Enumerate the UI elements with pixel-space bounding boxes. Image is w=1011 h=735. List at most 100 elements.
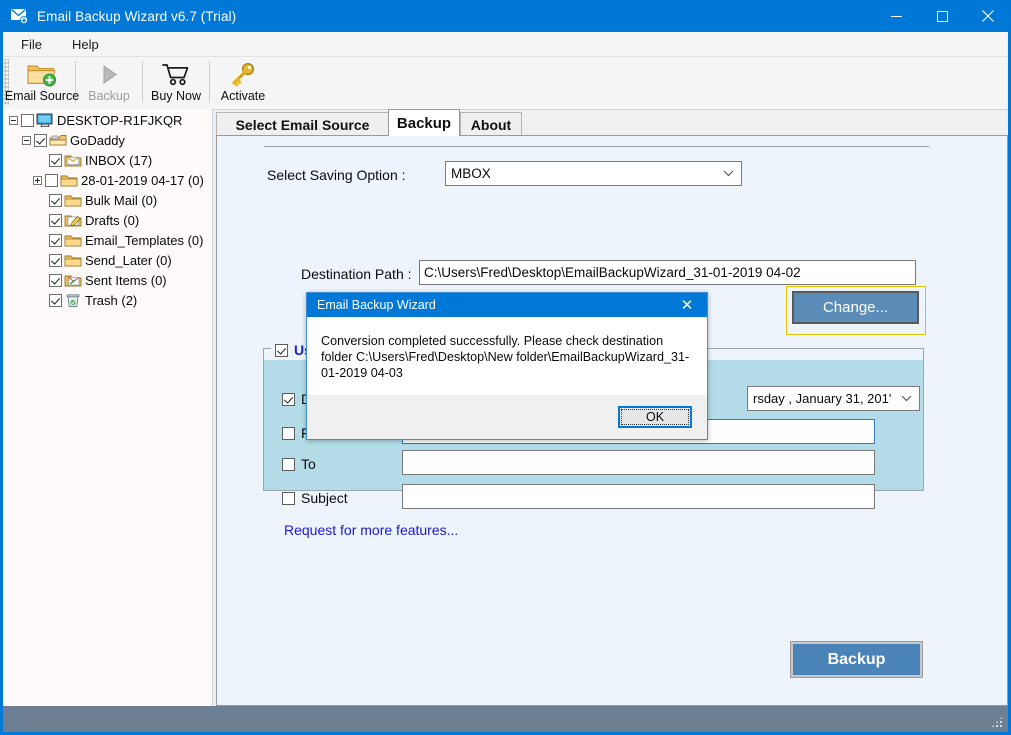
filter-date-checkbox[interactable] bbox=[282, 392, 295, 406]
destination-path-value: C:\Users\Fred\Desktop\EmailBackupWizard_… bbox=[424, 265, 801, 280]
toolbar-button-activate[interactable]: Activate bbox=[210, 57, 276, 107]
tree-node-desktop[interactable]: DESKTOP-R1FJKQR bbox=[3, 110, 212, 130]
tree-checkbox[interactable] bbox=[49, 253, 62, 267]
dialog-ok-button[interactable]: OK bbox=[618, 406, 692, 428]
dialog-title-bar: Email Backup Wizard ✕ bbox=[307, 293, 707, 317]
backup-submit-label: Backup bbox=[827, 650, 886, 668]
destination-path-input[interactable]: C:\Users\Fred\Desktop\EmailBackupWizard_… bbox=[419, 260, 916, 285]
tree-node-send-later[interactable]: Send_Later (0) bbox=[3, 250, 212, 270]
folder-tree-panel[interactable]: DESKTOP-R1FJKQR GoDaddy INBOX (17) 28-01… bbox=[3, 109, 213, 706]
shopping-cart-icon bbox=[161, 61, 191, 87]
tree-checkbox[interactable] bbox=[45, 173, 58, 187]
tree-label: 28-01-2019 04-17 (0) bbox=[81, 172, 204, 188]
change-button[interactable]: Change... bbox=[792, 291, 919, 324]
tab-backup[interactable]: Backup bbox=[388, 109, 460, 136]
tree-label: Send_Later (0) bbox=[85, 252, 172, 268]
saving-option-select[interactable]: MBOX bbox=[445, 161, 742, 186]
computer-icon bbox=[36, 113, 54, 128]
tree-checkbox[interactable] bbox=[49, 293, 62, 307]
filter-use-checkbox[interactable] bbox=[275, 343, 288, 357]
chevron-down-icon bbox=[723, 168, 734, 180]
tree-label: Bulk Mail (0) bbox=[85, 192, 158, 208]
tree-node-bulk-mail[interactable]: Bulk Mail (0) bbox=[3, 190, 212, 210]
tree-node-trash[interactable]: Trash (2) bbox=[3, 290, 212, 310]
filter-subject-checkbox[interactable] bbox=[282, 491, 295, 505]
key-icon bbox=[229, 61, 257, 87]
folder-icon bbox=[64, 233, 82, 248]
inbox-folder-icon bbox=[64, 153, 82, 168]
expander-minus-icon[interactable] bbox=[9, 115, 18, 125]
dialog-footer: OK bbox=[307, 395, 707, 439]
toolbar-button-email-source[interactable]: Email Source bbox=[5, 57, 79, 107]
envelope-download-icon bbox=[11, 8, 29, 24]
filter-date-value: rsday , January 31, 201' bbox=[753, 391, 892, 406]
expander-plus-icon[interactable] bbox=[33, 175, 42, 185]
toolbar-button-backup[interactable]: Backup bbox=[76, 57, 142, 107]
tree-node-sent-items[interactable]: Sent Items (0) bbox=[3, 270, 212, 290]
filter-row-to: To bbox=[282, 454, 316, 474]
folder-add-icon bbox=[27, 61, 57, 87]
tree-label: Email_Templates (0) bbox=[85, 232, 204, 248]
tab-label: Select Email Source bbox=[235, 116, 370, 133]
filter-subject-input[interactable] bbox=[402, 484, 875, 509]
tree-node-godaddy[interactable]: GoDaddy bbox=[3, 130, 212, 150]
tab-strip: Select Email Source Backup About bbox=[216, 109, 1008, 136]
saving-option-value: MBOX bbox=[451, 166, 491, 181]
tree-checkbox[interactable] bbox=[49, 273, 62, 287]
saving-option-label: Select Saving Option : bbox=[267, 167, 406, 183]
minimize-button[interactable] bbox=[873, 0, 919, 32]
title-bar: Email Backup Wizard v6.7 (Trial) bbox=[0, 0, 1011, 32]
tree-checkbox[interactable] bbox=[49, 193, 62, 207]
tab-label: About bbox=[470, 116, 512, 133]
filter-to-checkbox[interactable] bbox=[282, 457, 295, 471]
tree-checkbox[interactable] bbox=[34, 133, 47, 147]
section-divider bbox=[264, 146, 929, 147]
filter-date-picker[interactable]: rsday , January 31, 201' bbox=[747, 386, 920, 411]
dialog-ok-label: OK bbox=[645, 410, 665, 424]
toolbar: Email Source Backup Buy Now Activate bbox=[3, 57, 1008, 110]
folder-icon bbox=[64, 253, 82, 268]
folder-tree: DESKTOP-R1FJKQR GoDaddy INBOX (17) 28-01… bbox=[3, 109, 212, 310]
dialog-close-icon[interactable]: ✕ bbox=[667, 293, 707, 317]
tree-checkbox[interactable] bbox=[49, 233, 62, 247]
menu-item-file[interactable]: File bbox=[9, 34, 54, 55]
tree-checkbox[interactable] bbox=[21, 113, 34, 127]
tab-about[interactable]: About bbox=[460, 112, 522, 136]
tree-node-inbox[interactable]: INBOX (17) bbox=[3, 150, 212, 170]
filter-to-input[interactable] bbox=[402, 450, 875, 475]
window-title: Email Backup Wizard v6.7 (Trial) bbox=[37, 8, 237, 24]
change-button-label: Change... bbox=[822, 299, 889, 316]
expander-minus-icon[interactable] bbox=[22, 135, 31, 145]
conversion-complete-dialog: Email Backup Wizard ✕ Conversion complet… bbox=[306, 292, 708, 440]
toolbar-label-activate: Activate bbox=[220, 89, 266, 103]
tree-label: DESKTOP-R1FJKQR bbox=[57, 112, 183, 128]
maximize-button[interactable] bbox=[919, 0, 965, 32]
close-button[interactable] bbox=[965, 0, 1011, 32]
toolbar-label-buy-now: Buy Now bbox=[150, 89, 202, 103]
folder-icon bbox=[60, 173, 78, 188]
window-controls bbox=[873, 0, 1011, 32]
request-more-features-link[interactable]: Request for more features... bbox=[284, 522, 458, 538]
play-triangle-icon bbox=[96, 61, 122, 87]
menu-bar: File Help bbox=[3, 32, 1008, 57]
tree-label: INBOX (17) bbox=[85, 152, 153, 168]
tree-checkbox[interactable] bbox=[49, 153, 62, 167]
chevron-down-icon bbox=[901, 393, 912, 405]
tree-checkbox[interactable] bbox=[49, 213, 62, 227]
resize-grip-icon[interactable] bbox=[990, 715, 1004, 729]
folder-icon bbox=[64, 193, 82, 208]
tree-node-email-templates[interactable]: Email_Templates (0) bbox=[3, 230, 212, 250]
tree-label: Sent Items (0) bbox=[85, 272, 167, 288]
tree-label: Drafts (0) bbox=[85, 212, 140, 228]
tab-select-email-source[interactable]: Select Email Source bbox=[216, 112, 389, 136]
trash-icon bbox=[64, 293, 82, 308]
backup-submit-button[interactable]: Backup bbox=[790, 641, 923, 678]
filter-from-checkbox[interactable] bbox=[282, 426, 295, 440]
destination-path-label: Destination Path : bbox=[301, 266, 412, 282]
status-bar bbox=[3, 706, 1008, 732]
tree-node-drafts[interactable]: Drafts (0) bbox=[3, 210, 212, 230]
toolbar-label-email-source: Email Source bbox=[4, 89, 80, 103]
tree-node-dated-folder[interactable]: 28-01-2019 04-17 (0) bbox=[3, 170, 212, 190]
toolbar-button-buy-now[interactable]: Buy Now bbox=[143, 57, 209, 107]
menu-item-help[interactable]: Help bbox=[60, 34, 111, 55]
